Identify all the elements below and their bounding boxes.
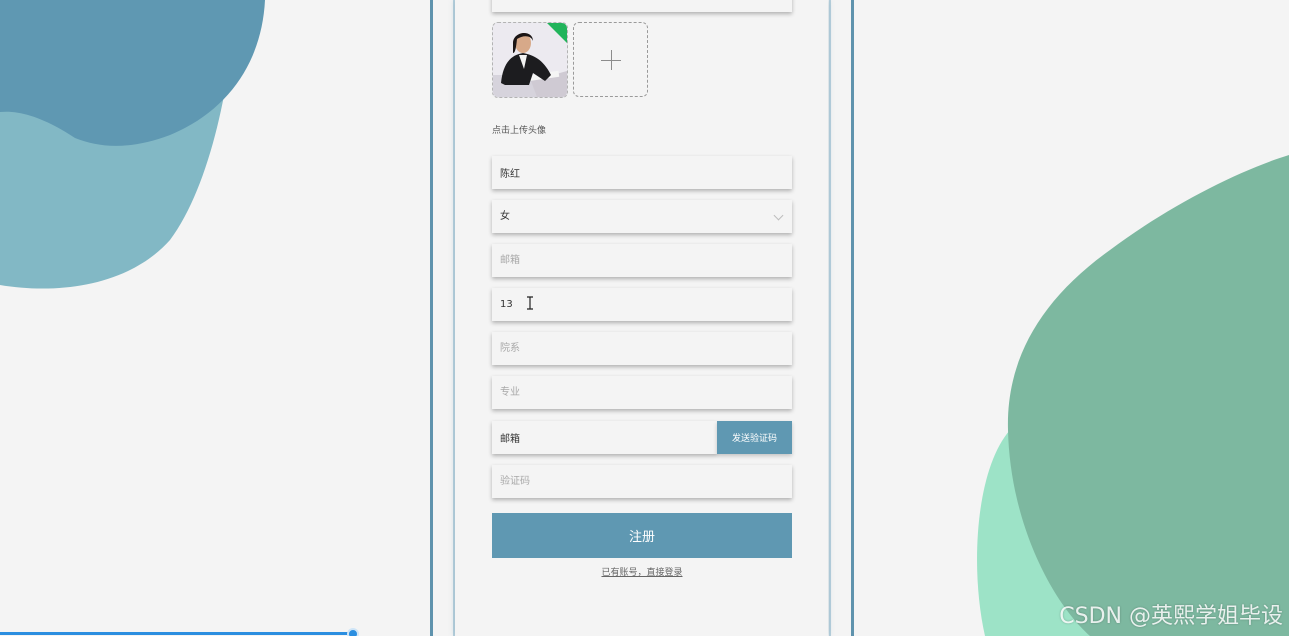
name-field[interactable]	[492, 156, 792, 189]
upload-avatar-button[interactable]	[573, 22, 648, 97]
scroll-progress-knob[interactable]	[347, 628, 359, 636]
email-input[interactable]	[492, 244, 792, 277]
department-input[interactable]	[492, 332, 792, 365]
code-input[interactable]	[492, 465, 792, 498]
text-cursor-icon	[527, 296, 533, 310]
plus-icon-vertical	[611, 50, 612, 70]
phone-input[interactable]	[492, 288, 792, 321]
phone-field[interactable]	[492, 288, 792, 321]
panel-right-border	[829, 0, 831, 636]
avatar-photo	[493, 23, 567, 97]
left-frame-line	[430, 0, 433, 636]
scroll-progress-track[interactable]	[0, 632, 353, 635]
avatar-upload-hint: 点击上传头像	[492, 126, 547, 136]
send-code-button[interactable]: 发送验证码	[717, 421, 792, 454]
blob-right-dark	[1007, 155, 1289, 636]
email-field[interactable]	[492, 244, 792, 277]
name-input[interactable]	[492, 156, 792, 189]
gender-selected-value[interactable]: 女	[492, 200, 792, 233]
watermark: CSDN @英熙学姐毕设	[1059, 604, 1283, 629]
verify-email-input[interactable]	[492, 421, 717, 454]
major-input[interactable]	[492, 376, 792, 409]
department-field[interactable]	[492, 332, 792, 365]
right-frame-line	[851, 0, 854, 636]
register-button[interactable]: 注册	[492, 513, 792, 558]
login-link[interactable]: 已有账号，直接登录	[492, 565, 792, 578]
major-field[interactable]	[492, 376, 792, 409]
avatar-preview[interactable]	[492, 22, 568, 98]
previous-field[interactable]	[492, 0, 792, 12]
register-page: 点击上传头像 女 发送验证码 注册 已有账号，直接登录 CSDN @英熙学姐毕设	[0, 0, 1289, 636]
gender-select[interactable]: 女	[492, 200, 792, 233]
verify-email-field[interactable]	[492, 421, 717, 454]
code-field[interactable]	[492, 465, 792, 498]
